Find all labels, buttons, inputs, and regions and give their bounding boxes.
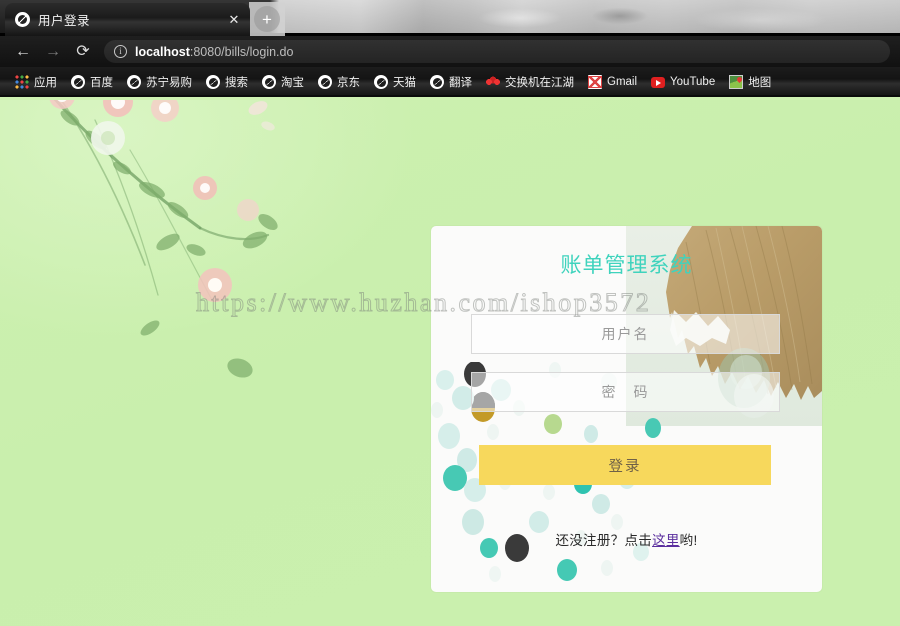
bookmark-label: 百度: [90, 77, 113, 89]
forward-icon[interactable]: →: [38, 43, 68, 60]
bookmark-suning[interactable]: 苏宁易购: [122, 72, 197, 92]
bookmark-search[interactable]: 搜索: [201, 72, 253, 92]
bookmark-label: Gmail: [607, 76, 638, 88]
register-prompt-suffix: 哟!: [679, 533, 698, 548]
screen: 用户登录 ✕ + ← → ⟳ i localhost:8080/bills/lo…: [0, 0, 900, 626]
bookmark-switch-jianghu[interactable]: 交换机在江湖: [481, 72, 579, 92]
site-info-icon[interactable]: i: [114, 45, 127, 58]
globe-icon: [318, 75, 332, 89]
bookmark-label: 地图: [748, 77, 772, 89]
url-host: localhost: [135, 44, 190, 59]
bookmark-label: 京东: [337, 77, 360, 89]
globe-icon: [206, 75, 220, 89]
username-field-wrapper[interactable]: [471, 314, 780, 354]
url-text: localhost:8080/bills/login.do: [135, 45, 293, 59]
globe-icon: [430, 75, 444, 89]
bookmark-jd[interactable]: 京东: [313, 72, 365, 92]
bookmark-gmail[interactable]: Gmail: [583, 73, 642, 91]
bookmark-baidu[interactable]: 百度: [66, 72, 118, 92]
bookmark-label: 应用: [34, 77, 57, 89]
new-tab-button[interactable]: +: [249, 2, 285, 36]
login-button[interactable]: 登录: [479, 445, 771, 485]
map-pin-icon: [729, 75, 744, 89]
browser-chrome: 用户登录 ✕ + ← → ⟳ i localhost:8080/bills/lo…: [0, 0, 900, 100]
bookmark-label: 天猫: [393, 77, 416, 89]
blossom-branch-illustration: [49, 100, 278, 378]
gmail-icon: [588, 75, 602, 89]
login-card: 账单管理系统 登录 还没注册？点击这里哟!: [431, 226, 822, 592]
url-path: :8080/bills/login.do: [189, 44, 294, 59]
bookmark-label: 交换机在江湖: [505, 77, 574, 89]
bookmarks-bar: 应用 百度 苏宁易购 搜索 淘宝 京东 天猫 翻译 交换机在江湖 Gmail Y…: [0, 67, 900, 97]
address-bar[interactable]: i localhost:8080/bills/login.do: [104, 40, 890, 63]
huawei-flower-icon: [486, 75, 500, 89]
browser-tab-user-login[interactable]: 用户登录 ✕: [5, 3, 250, 36]
tab-strip: 用户登录 ✕ +: [0, 0, 900, 36]
bookmark-label: 淘宝: [281, 77, 304, 89]
bookmark-youtube[interactable]: YouTube: [646, 74, 720, 90]
page-content: 账单管理系统 登录 还没注册？点击这里哟! https://www.huzhan…: [0, 100, 900, 626]
page-title: 账单管理系统: [560, 254, 693, 277]
register-link[interactable]: 这里: [652, 533, 680, 548]
browser-toolbar: ← → ⟳ i localhost:8080/bills/login.do: [0, 36, 900, 67]
bookmark-maps[interactable]: 地图: [724, 72, 776, 92]
reload-icon[interactable]: ⟳: [68, 43, 98, 60]
bookmark-apps[interactable]: 应用: [10, 72, 62, 92]
username-input[interactable]: [472, 326, 779, 342]
back-icon[interactable]: ←: [8, 43, 38, 60]
plus-icon: +: [254, 6, 280, 32]
bookmark-label: 搜索: [225, 77, 248, 89]
password-field-wrapper[interactable]: [471, 372, 780, 412]
globe-icon: [127, 75, 141, 89]
bookmark-taobao[interactable]: 淘宝: [257, 72, 309, 92]
register-prompt-prefix: 还没注册？点击: [555, 533, 653, 548]
apps-grid-icon: [15, 75, 29, 89]
globe-icon: [262, 75, 276, 89]
bookmark-translate[interactable]: 翻译: [425, 72, 477, 92]
bookmark-label: 苏宁易购: [146, 77, 192, 89]
register-prompt: 还没注册？点击这里哟!: [431, 529, 822, 549]
bookmark-label: 翻译: [449, 77, 472, 89]
bookmark-tmall[interactable]: 天猫: [369, 72, 421, 92]
password-input[interactable]: [472, 384, 779, 400]
close-icon[interactable]: ✕: [226, 12, 242, 28]
tab-title: 用户登录: [38, 14, 91, 28]
globe-icon: [374, 75, 388, 89]
globe-icon: [15, 12, 30, 27]
globe-icon: [71, 75, 85, 89]
bookmark-label: YouTube: [670, 76, 716, 88]
youtube-icon: [651, 77, 666, 88]
